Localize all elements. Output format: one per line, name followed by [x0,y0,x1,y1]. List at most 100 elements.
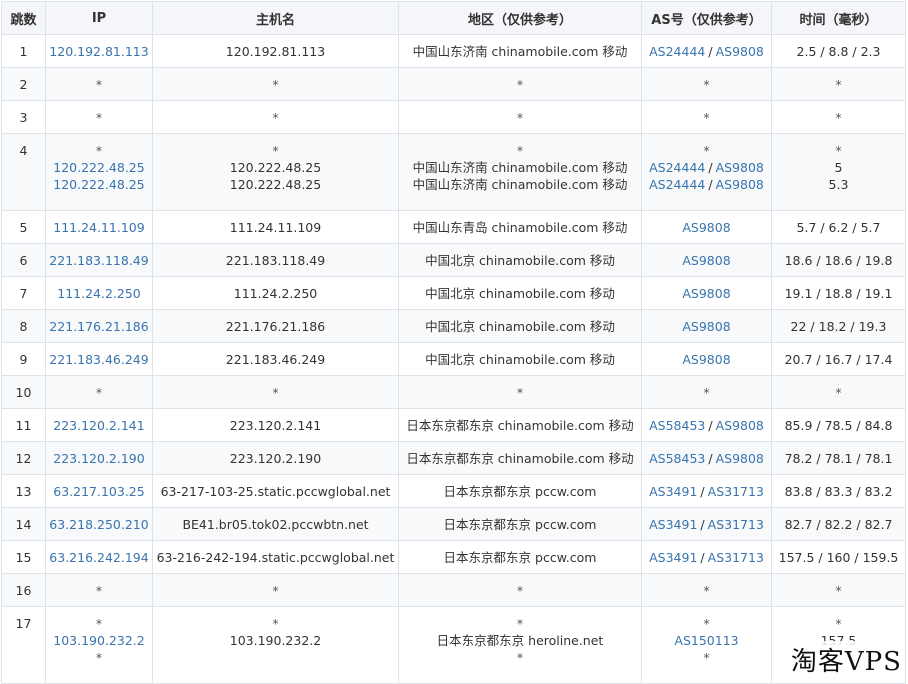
time-cell: 85.9 / 78.5 / 84.8 [771,408,906,442]
as-separator: / [700,549,705,565]
ip-cell: * [45,573,153,607]
as-link[interactable]: AS150113 [674,633,738,648]
ip-link[interactable]: 111.24.2.250 [47,285,152,302]
host-cell: 221.183.46.249 [152,342,399,376]
ip-cell: 120.192.81.113 [45,34,153,68]
as-link[interactable]: AS9808 [682,352,730,367]
as-line: AS24444/AS9808 [643,176,771,193]
as-link[interactable]: AS9808 [716,451,764,466]
ip-link[interactable]: 111.24.11.109 [47,219,152,236]
ip-link[interactable]: 221.183.46.249 [47,351,152,368]
empty-hop-marker: * [272,143,279,158]
as-link[interactable]: AS9808 [682,319,730,334]
region-text: 日本东京都东京 pccw.com [443,483,597,499]
ip-link[interactable]: 63.216.242.194 [47,549,152,566]
ip-link[interactable]: 221.183.118.49 [47,252,152,269]
as-cell: * AS150113 * [641,606,772,684]
host-cell: 221.183.118.49 [152,243,399,277]
empty-hop-marker: * [516,582,524,598]
empty-hop-marker: * [272,582,279,598]
hop-cell: 16 [1,573,46,607]
as-link[interactable]: AS24444 [649,44,705,59]
as-link[interactable]: AS58453 [649,451,705,466]
as-link[interactable]: AS9808 [682,220,730,235]
as-cell: AS3491/AS31713 [641,540,772,574]
empty-hop-marker: * [272,109,279,125]
ip-link[interactable]: 223.120.2.141 [47,417,152,434]
as-link[interactable]: AS31713 [708,484,764,499]
ip-link[interactable]: 223.120.2.190 [47,450,152,467]
as-link[interactable]: AS58453 [649,418,705,433]
ip-link[interactable]: 63.218.250.210 [47,516,152,533]
as-link[interactable]: AS9808 [716,160,764,175]
hop-cell: 2 [1,67,46,101]
as-link[interactable]: AS3491 [649,550,697,565]
as-line: AS3491/AS31713 [643,516,771,533]
as-separator: / [700,483,705,499]
ip-link[interactable]: 120.192.81.113 [47,43,152,60]
region-text: 中国山东济南 chinamobile.com 移动 [412,177,628,192]
as-link[interactable]: AS3491 [649,484,697,499]
empty-hop-marker: * [835,109,842,125]
host-cell: * [152,375,399,409]
host-text: 223.120.2.190 [229,450,322,466]
as-link[interactable]: AS31713 [708,517,764,532]
ip-cell: * 120.222.48.25 120.222.48.25 [45,133,153,211]
time-cell: 20.7 / 16.7 / 17.4 [771,342,906,376]
host-cell: BE41.br05.tok02.pccwbtn.net [152,507,399,541]
ip-link[interactable]: 120.222.48.25 [47,159,152,176]
host-text: 221.183.118.49 [225,252,326,268]
ip-link[interactable]: 120.222.48.25 [47,176,152,193]
as-link[interactable]: AS9808 [682,286,730,301]
time-cell: 22 / 18.2 / 19.3 [771,309,906,343]
as-link[interactable]: AS24444 [649,177,705,192]
as-cell: * [641,67,772,101]
latency-text: 22 / 18.2 / 19.3 [790,318,887,334]
header-host: 主机名 [152,1,399,35]
region-text: 日本东京都东京 pccw.com [443,516,597,532]
empty-hop-marker: * [272,384,279,400]
as-line: * [643,582,771,599]
as-separator: / [708,417,713,433]
empty-hop-marker: * [835,76,842,92]
empty-hop-marker: * [272,616,279,631]
region-cell: 中国北京 chinamobile.com 移动 [398,342,642,376]
region-cell: 中国山东青岛 chinamobile.com 移动 [398,210,642,244]
time-cell: 78.2 / 78.1 / 78.1 [771,441,906,475]
as-link[interactable]: AS31713 [708,550,764,565]
as-cell: AS24444/AS9808 [641,34,772,68]
hop-cell: 9 [1,342,46,376]
as-link[interactable]: AS9808 [716,418,764,433]
ip-cell: * [45,100,153,134]
region-text: 中国北京 chinamobile.com 移动 [425,285,615,301]
as-separator: / [700,516,705,532]
as-line: AS58453/AS9808 [643,417,771,434]
host-text: 221.176.21.186 [225,318,326,334]
hop-cell: 14 [1,507,46,541]
hop-cell: 7 [1,276,46,310]
region-cell: * [398,100,642,134]
host-cell: * [152,100,399,134]
hop-cell: 1 [1,34,46,68]
empty-hop-marker: * [835,143,842,158]
empty-hop-marker: * [703,109,710,125]
ip-link[interactable]: 103.190.232.2 [47,632,152,649]
latency-text: 157.5 / 160 / 159.5 [778,549,899,565]
region-cell: 中国北京 chinamobile.com 移动 [398,243,642,277]
table-row: 1 120.192.81.113 120.192.81.113 中国山东济南 chin… [1,34,906,68]
time-cell: 19.1 / 18.8 / 19.1 [771,276,906,310]
region-cell: * 中国山东济南 chinamobile.com 移动 中国山东济南 chinamo… [398,133,642,211]
as-link[interactable]: AS24444 [649,160,705,175]
ip-link[interactable]: 63.217.103.25 [47,483,152,500]
as-link[interactable]: AS9808 [716,44,764,59]
host-text: 63-216-242-194.static.pccwglobal.net [156,549,395,565]
ip-cell: * [45,67,153,101]
as-line: AS24444/AS9808 [643,159,771,176]
region-text: 日本东京都东京 heroline.net [436,633,604,648]
as-link[interactable]: AS3491 [649,517,697,532]
empty-hop-marker: * [835,384,842,400]
as-link[interactable]: AS9808 [716,177,764,192]
as-link[interactable]: AS9808 [682,253,730,268]
host-text: 103.190.232.2 [229,633,322,648]
ip-link[interactable]: 221.176.21.186 [47,318,152,335]
